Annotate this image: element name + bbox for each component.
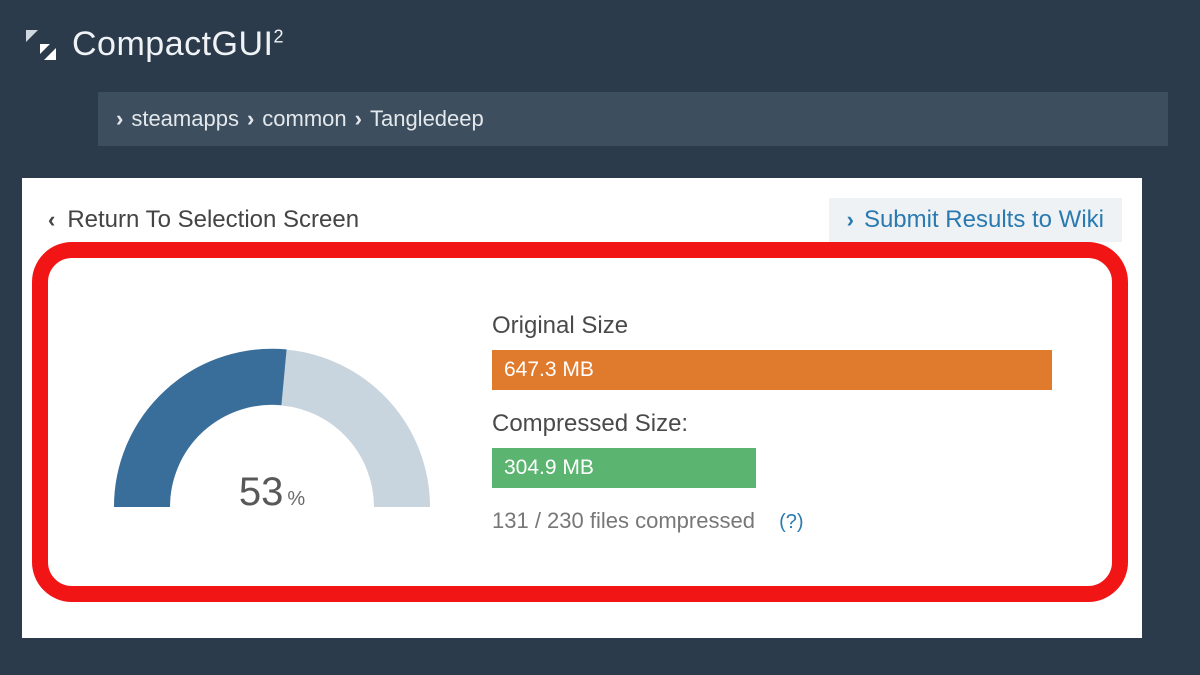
files-compressed-line: 131 / 230 files compressed (?)	[492, 508, 1112, 534]
gauge-percent-label: 53%	[107, 470, 437, 515]
original-size-bar: 647.3 MB	[492, 350, 1052, 390]
results-area: 53% Original Size 647.3 MB Compressed Si…	[42, 302, 1122, 534]
original-size-value: 647.3 MB	[504, 358, 594, 382]
content-panel: ‹ Return To Selection Screen › Submit Re…	[22, 178, 1142, 638]
app-header: CompactGUI2 › steamapps › common › Tangl…	[0, 0, 1200, 178]
chevron-right-icon: ›	[847, 207, 854, 233]
chevron-left-icon: ‹	[48, 207, 55, 233]
breadcrumb[interactable]: › steamapps › common › Tangledeep	[98, 92, 1168, 146]
app-logo-icon	[24, 28, 58, 62]
app-title-row: CompactGUI2	[24, 25, 1180, 64]
chevron-right-icon: ›	[355, 106, 362, 132]
size-stats: Original Size 647.3 MB Compressed Size: …	[492, 302, 1112, 534]
original-size-label: Original Size	[492, 312, 1112, 340]
compressed-size-bar: 304.9 MB	[492, 448, 756, 488]
app-title: CompactGUI2	[72, 25, 284, 64]
submit-wiki-label: Submit Results to Wiki	[864, 206, 1104, 234]
gauge-arc: 53%	[107, 342, 437, 517]
breadcrumb-segment: Tangledeep	[370, 106, 484, 132]
compressed-size-value: 304.9 MB	[504, 456, 594, 480]
help-icon[interactable]: (?)	[779, 511, 803, 533]
back-link[interactable]: ‹ Return To Selection Screen	[42, 202, 365, 238]
chevron-right-icon: ›	[116, 106, 123, 132]
back-link-label: Return To Selection Screen	[67, 206, 359, 234]
chevron-right-icon: ›	[247, 106, 254, 132]
compression-gauge: 53%	[52, 302, 492, 534]
breadcrumb-segment: common	[262, 106, 346, 132]
compressed-size-label: Compressed Size:	[492, 410, 1112, 438]
gauge-percent-value: 53	[239, 470, 284, 514]
top-links: ‹ Return To Selection Screen › Submit Re…	[42, 198, 1122, 242]
breadcrumb-segment: steamapps	[131, 106, 239, 132]
submit-wiki-link[interactable]: › Submit Results to Wiki	[829, 198, 1122, 242]
files-compressed-text: 131 / 230 files compressed	[492, 508, 755, 533]
gauge-percent-unit: %	[287, 488, 305, 510]
